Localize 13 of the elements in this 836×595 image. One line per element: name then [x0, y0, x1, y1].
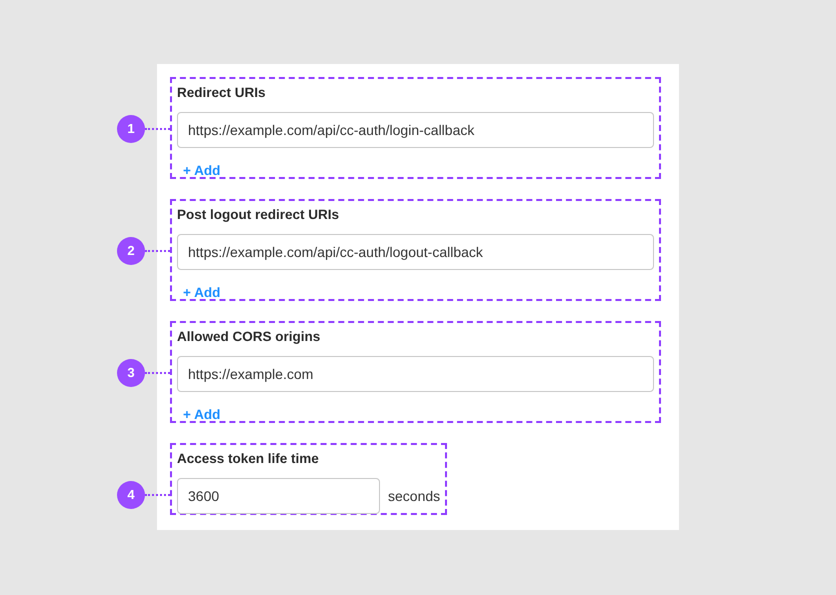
input-field[interactable]: https://example.com	[177, 356, 654, 392]
input-field[interactable]: https://example.com/api/cc-auth/login-callback	[177, 112, 654, 148]
input-field[interactable]: 3600	[177, 478, 380, 514]
field-label: Post logout redirect URIs	[177, 206, 340, 223]
step-marker: 2	[117, 237, 145, 265]
field-label: Redirect URIs	[177, 84, 266, 101]
field-label: Access token life time	[177, 450, 319, 467]
input-field[interactable]: https://example.com/api/cc-auth/logout-callback	[177, 234, 654, 270]
step-marker: 1	[117, 115, 145, 143]
field-label: Allowed CORS origins	[177, 328, 320, 345]
step-marker: 3	[117, 359, 145, 387]
unit-label: seconds	[388, 486, 440, 506]
step-marker: 4	[117, 481, 145, 509]
